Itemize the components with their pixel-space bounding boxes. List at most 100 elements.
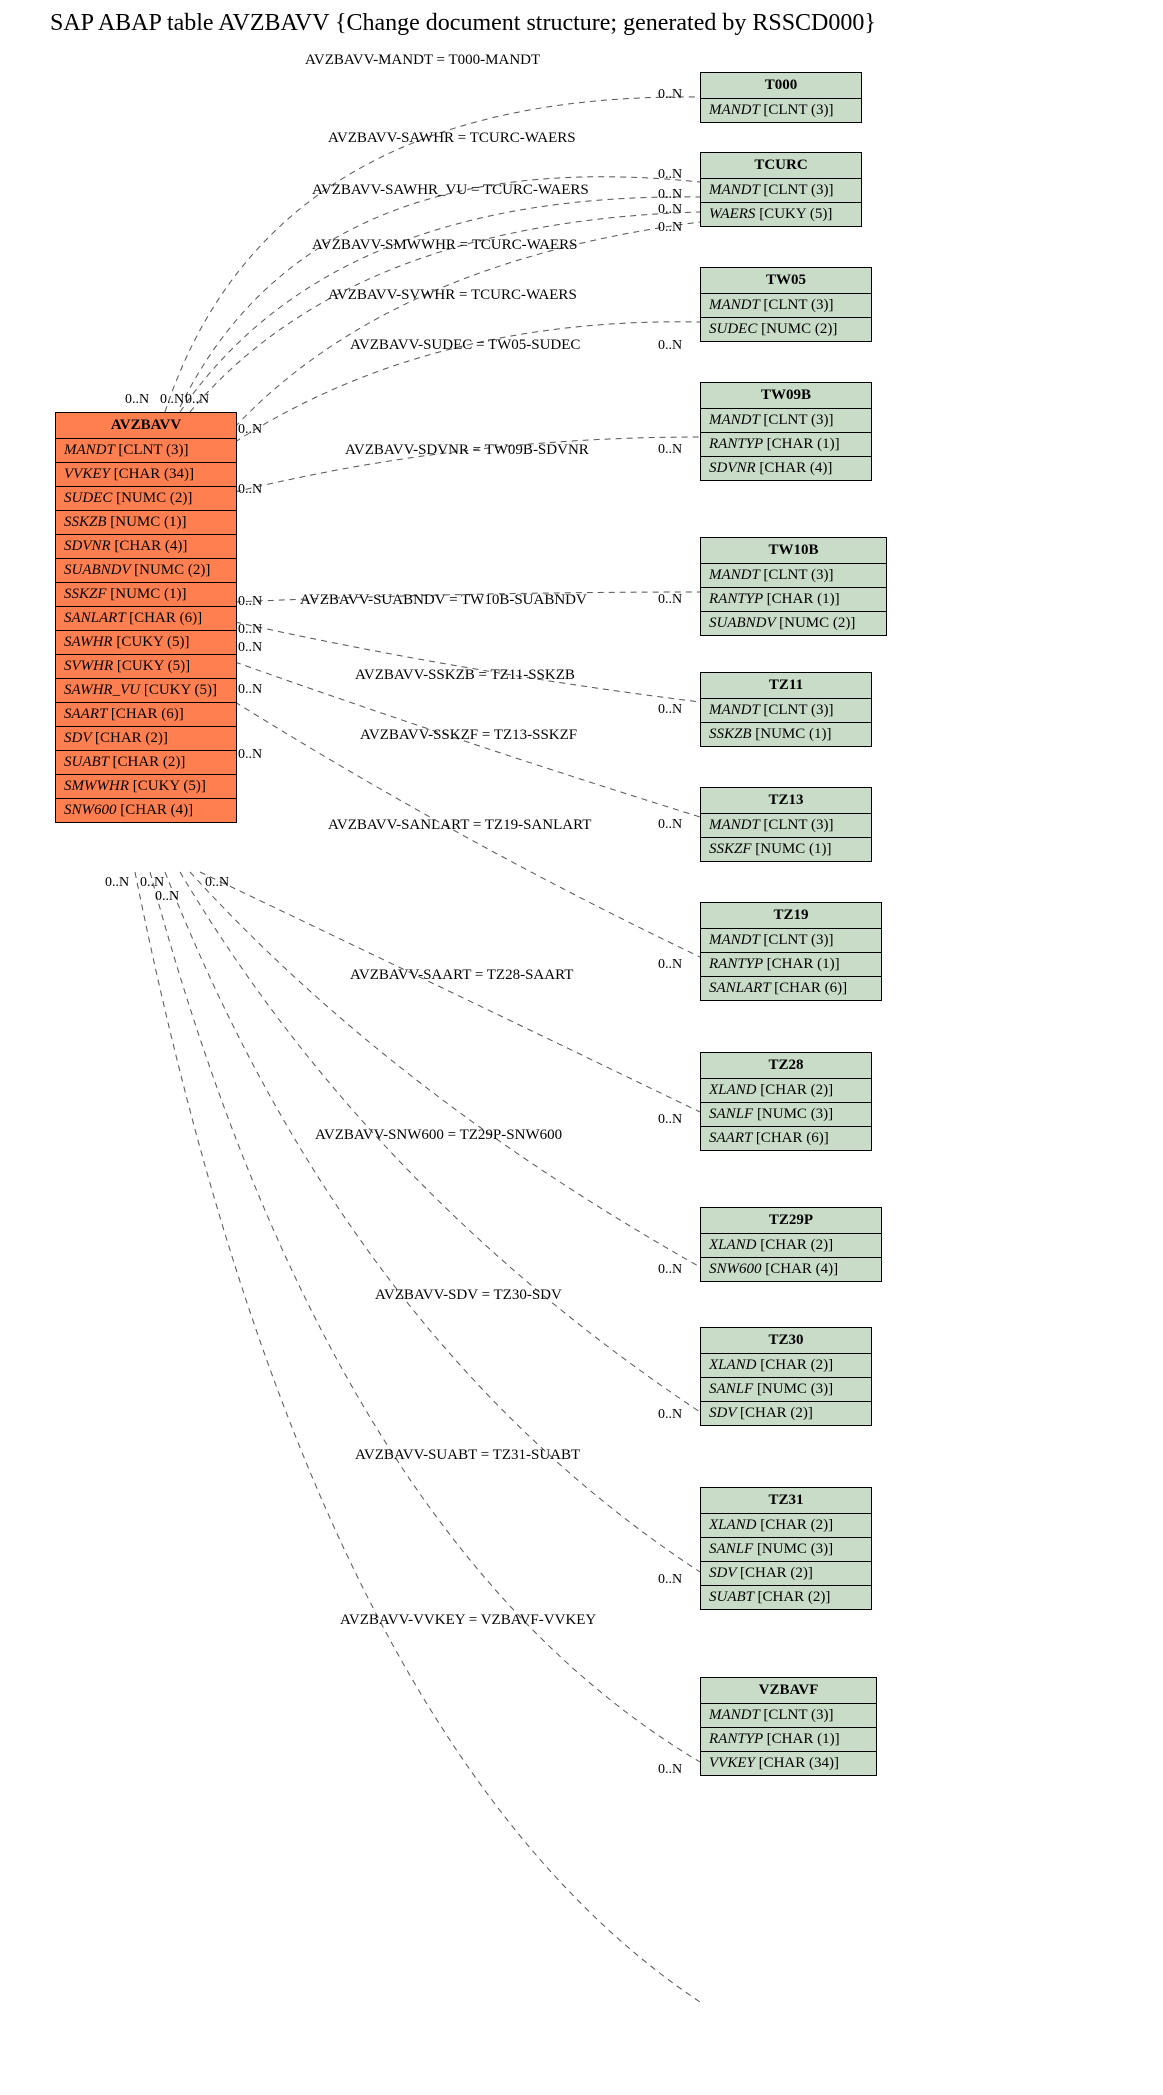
- field-row: SAART [CHAR (6)]: [701, 1127, 871, 1150]
- rel-label: AVZBAVV-MANDT = T000-MANDT: [305, 52, 540, 69]
- field-row: MANDT [CLNT (3)]: [701, 814, 871, 838]
- rel-label: AVZBAVV-SAWHR_VU = TCURC-WAERS: [312, 182, 589, 199]
- field-row: SDV [CHAR (2)]: [701, 1402, 871, 1425]
- field-row: SUDEC [NUMC (2)]: [56, 487, 236, 511]
- field-row: SAWHR_VU [CUKY (5)]: [56, 679, 236, 703]
- entity-header: AVZBAVV: [56, 413, 236, 439]
- rel-label: AVZBAVV-SSKZB = TZ11-SSKZB: [355, 667, 575, 684]
- entity-tw05: TW05 MANDT [CLNT (3)]SUDEC [NUMC (2)]: [700, 267, 872, 342]
- card-label: 0..N: [658, 1112, 682, 1128]
- entity-tw10b: TW10B MANDT [CLNT (3)]RANTYP [CHAR (1)]S…: [700, 537, 887, 636]
- entity-tz28: TZ28 XLAND [CHAR (2)]SANLF [NUMC (3)]SAA…: [700, 1052, 872, 1151]
- card-label: 0..N: [155, 889, 179, 905]
- entity-tcurc: TCURC MANDT [CLNT (3)]WAERS [CUKY (5)]: [700, 152, 862, 227]
- field-row: SDV [CHAR (2)]: [701, 1562, 871, 1586]
- card-label: 0..N: [658, 957, 682, 973]
- field-row: SUABT [CHAR (2)]: [701, 1586, 871, 1609]
- field-row: MANDT [CLNT (3)]: [701, 294, 871, 318]
- field-row: XLAND [CHAR (2)]: [701, 1079, 871, 1103]
- card-label: 0..N: [238, 422, 262, 438]
- field-row: SSKZB [NUMC (1)]: [56, 511, 236, 535]
- field-row: SSKZB [NUMC (1)]: [701, 723, 871, 746]
- rel-label: AVZBAVV-SAART = TZ28-SAART: [350, 967, 573, 984]
- card-label: 0..N: [238, 594, 262, 610]
- field-row: SVWHR [CUKY (5)]: [56, 655, 236, 679]
- rel-label: AVZBAVV-SSKZF = TZ13-SSKZF: [360, 727, 577, 744]
- rel-label: AVZBAVV-SVWHR = TCURC-WAERS: [328, 287, 577, 304]
- card-label: 0..N: [658, 338, 682, 354]
- field-row: XLAND [CHAR (2)]: [701, 1234, 881, 1258]
- field-row: SNW600 [CHAR (4)]: [701, 1258, 881, 1281]
- rel-label: AVZBAVV-SDVNR = TW09B-SDVNR: [345, 442, 589, 459]
- card-label: 0..N: [658, 220, 682, 236]
- field-row: RANTYP [CHAR (1)]: [701, 953, 881, 977]
- field-row: SANLF [NUMC (3)]: [701, 1103, 871, 1127]
- rel-label: AVZBAVV-SDV = TZ30-SDV: [375, 1287, 562, 1304]
- entity-vzbavf: VZBAVF MANDT [CLNT (3)]RANTYP [CHAR (1)]…: [700, 1677, 877, 1776]
- card-label: 0..N: [238, 482, 262, 498]
- field-row: SAWHR [CUKY (5)]: [56, 631, 236, 655]
- card-label: 0..N: [658, 592, 682, 608]
- field-row: MANDT [CLNT (3)]: [701, 1704, 876, 1728]
- field-row: MANDT [CLNT (3)]: [701, 409, 871, 433]
- field-row: SAART [CHAR (6)]: [56, 703, 236, 727]
- field-row: MANDT [CLNT (3)]: [701, 699, 871, 723]
- field-row: SSKZF [NUMC (1)]: [56, 583, 236, 607]
- card-label: 0..N: [658, 87, 682, 103]
- field-row: RANTYP [CHAR (1)]: [701, 433, 871, 457]
- field-row: SSKZF [NUMC (1)]: [701, 838, 871, 861]
- card-label: 0..N: [658, 1572, 682, 1588]
- rel-label: AVZBAVV-SUABT = TZ31-SUABT: [355, 1447, 580, 1464]
- rel-label: AVZBAVV-SAWHR = TCURC-WAERS: [328, 130, 576, 147]
- field-row: WAERS [CUKY (5)]: [701, 203, 861, 226]
- card-label: 0..N: [658, 202, 682, 218]
- card-label: 0..N: [658, 187, 682, 203]
- rel-label: AVZBAVV-SMWWHR = TCURC-WAERS: [312, 237, 577, 254]
- field-row: VVKEY [CHAR (34)]: [701, 1752, 876, 1775]
- field-row: SUABNDV [NUMC (2)]: [701, 612, 886, 635]
- card-label: 0..N: [658, 167, 682, 183]
- field-row: XLAND [CHAR (2)]: [701, 1514, 871, 1538]
- erd-canvas: AVZBAVV MANDT [CLNT (3)]VVKEY [CHAR (34)…: [10, 42, 1153, 2082]
- field-row: SANLF [NUMC (3)]: [701, 1538, 871, 1562]
- field-row: SDVNR [CHAR (4)]: [56, 535, 236, 559]
- rel-label: AVZBAVV-SUDEC = TW05-SUDEC: [350, 337, 580, 354]
- card-label: 0..N: [658, 1407, 682, 1423]
- entity-t000: T000 MANDT [CLNT (3)]: [700, 72, 862, 123]
- rel-label: AVZBAVV-SNW600 = TZ29P-SNW600: [315, 1127, 562, 1144]
- field-row: SUABT [CHAR (2)]: [56, 751, 236, 775]
- edges-layer: [10, 42, 1153, 2082]
- rel-label: AVZBAVV-SUABNDV = TW10B-SUABNDV: [300, 592, 587, 609]
- field-row: SANLART [CHAR (6)]: [701, 977, 881, 1000]
- diagram-title: SAP ABAP table AVZBAVV {Change document …: [10, 10, 1163, 37]
- card-label: 0..N: [160, 392, 184, 408]
- field-row: MANDT [CLNT (3)]: [701, 99, 861, 122]
- field-row: SUDEC [NUMC (2)]: [701, 318, 871, 341]
- field-row: MANDT [CLNT (3)]: [56, 439, 236, 463]
- field-row: SDVNR [CHAR (4)]: [701, 457, 871, 480]
- field-row: SANLF [NUMC (3)]: [701, 1378, 871, 1402]
- field-row: MANDT [CLNT (3)]: [701, 179, 861, 203]
- field-row: VVKEY [CHAR (34)]: [56, 463, 236, 487]
- field-row: MANDT [CLNT (3)]: [701, 929, 881, 953]
- card-label: 0..N: [105, 875, 129, 891]
- field-row: RANTYP [CHAR (1)]: [701, 1728, 876, 1752]
- card-label: 0..N: [205, 875, 229, 891]
- card-label: 0..N: [658, 1262, 682, 1278]
- entity-tz30: TZ30 XLAND [CHAR (2)]SANLF [NUMC (3)]SDV…: [700, 1327, 872, 1426]
- field-row: RANTYP [CHAR (1)]: [701, 588, 886, 612]
- entity-tz29p: TZ29P XLAND [CHAR (2)]SNW600 [CHAR (4)]: [700, 1207, 882, 1282]
- field-row: SDV [CHAR (2)]: [56, 727, 236, 751]
- field-row: SMWWHR [CUKY (5)]: [56, 775, 236, 799]
- card-label: 0..N: [238, 640, 262, 656]
- field-row: SANLART [CHAR (6)]: [56, 607, 236, 631]
- entity-tw09b: TW09B MANDT [CLNT (3)]RANTYP [CHAR (1)]S…: [700, 382, 872, 481]
- entity-tz19: TZ19 MANDT [CLNT (3)]RANTYP [CHAR (1)]SA…: [700, 902, 882, 1001]
- entity-tz31: TZ31 XLAND [CHAR (2)]SANLF [NUMC (3)]SDV…: [700, 1487, 872, 1610]
- card-label: 0..N: [125, 392, 149, 408]
- card-label: 0..N: [658, 1762, 682, 1778]
- rel-label: AVZBAVV-SANLART = TZ19-SANLART: [328, 817, 591, 834]
- rel-label: AVZBAVV-VVKEY = VZBAVF-VVKEY: [340, 1612, 596, 1629]
- entity-tz11: TZ11 MANDT [CLNT (3)]SSKZB [NUMC (1)]: [700, 672, 872, 747]
- card-label: 0..N: [658, 702, 682, 718]
